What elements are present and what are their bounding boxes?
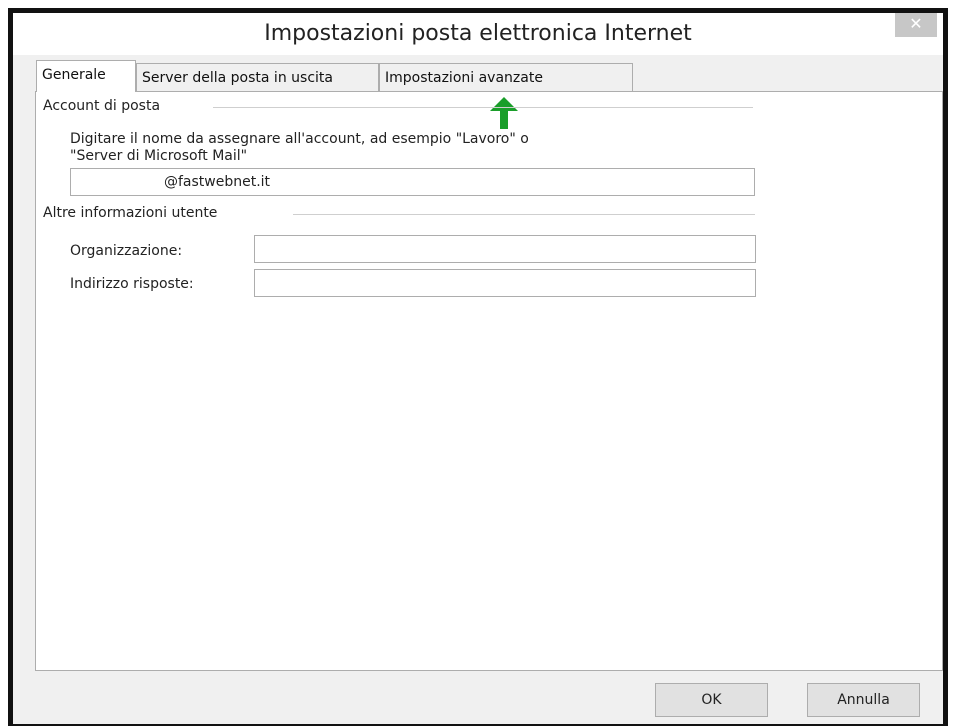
reply-address-label: Indirizzo risposte:	[70, 276, 194, 292]
close-icon[interactable]: ✕	[895, 13, 937, 37]
organization-label: Organizzazione:	[70, 243, 183, 259]
tab-impostazioni-avanzate[interactable]: Impostazioni avanzate	[379, 63, 633, 91]
window-title: Impostazioni posta elettronica Internet	[264, 21, 692, 46]
up-arrow-icon	[490, 97, 518, 129]
tab-generale[interactable]: Generale	[36, 60, 136, 92]
ok-button[interactable]: OK	[655, 683, 768, 717]
account-group-divider	[213, 107, 753, 108]
user-info-group-label: Altre informazioni utente	[43, 205, 224, 221]
account-instruction-line1: Digitare il nome da assegnare all'accoun…	[70, 131, 529, 147]
account-group-label: Account di posta	[43, 98, 167, 114]
cancel-button[interactable]: Annulla	[807, 683, 920, 717]
settings-dialog: Impostazioni posta elettronica Internet …	[13, 13, 943, 724]
reply-address-field[interactable]	[254, 269, 756, 297]
user-info-group-divider	[293, 214, 755, 215]
account-name-field[interactable]: @fastwebnet.it	[70, 168, 755, 196]
tab-server-posta-uscita[interactable]: Server della posta in uscita	[136, 63, 379, 91]
organization-field[interactable]	[254, 235, 756, 263]
title-bar: Impostazioni posta elettronica Internet …	[13, 13, 943, 55]
account-instruction-line2: "Server di Microsoft Mail"	[70, 148, 248, 164]
